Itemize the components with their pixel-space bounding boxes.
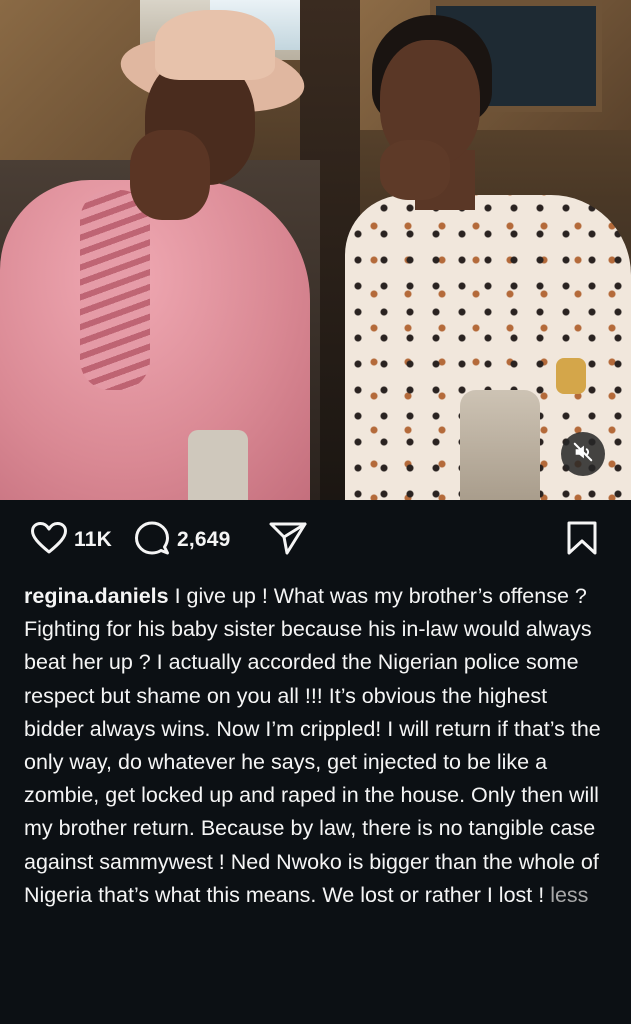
post-photo[interactable] <box>0 0 631 500</box>
post-action-bar: 11K 2,649 <box>0 500 631 580</box>
comment-bubble-icon <box>133 520 171 561</box>
comment-button[interactable]: 2,649 <box>133 520 231 561</box>
shirt-ruffle <box>80 190 150 390</box>
caption-username[interactable]: regina.daniels <box>24 584 169 608</box>
save-button[interactable] <box>565 520 599 561</box>
like-count[interactable]: 11K <box>74 528 112 552</box>
heart-outline-icon <box>30 521 68 560</box>
post-caption: regina.daniels I give up ! What was my b… <box>24 580 609 912</box>
bookmark-icon <box>565 520 599 561</box>
speaker-muted-icon <box>572 441 594 468</box>
caption-less-link[interactable]: less <box>550 883 588 907</box>
paper-plane-icon <box>268 520 308 561</box>
like-button[interactable]: 11K <box>30 521 112 560</box>
wrist-watch <box>556 358 586 394</box>
caption-text: I give up ! What was my brother’s offens… <box>24 584 601 907</box>
share-button[interactable] <box>268 522 308 558</box>
person-right-hand <box>380 140 450 200</box>
cabin-wall <box>0 0 150 170</box>
person-left-hand <box>130 130 210 220</box>
armrest-right <box>460 390 540 500</box>
comment-count[interactable]: 2,649 <box>177 528 231 552</box>
person-left-shirt <box>0 180 310 500</box>
hat-crown <box>155 10 275 80</box>
armrest <box>188 430 248 500</box>
mute-button[interactable] <box>561 432 605 476</box>
